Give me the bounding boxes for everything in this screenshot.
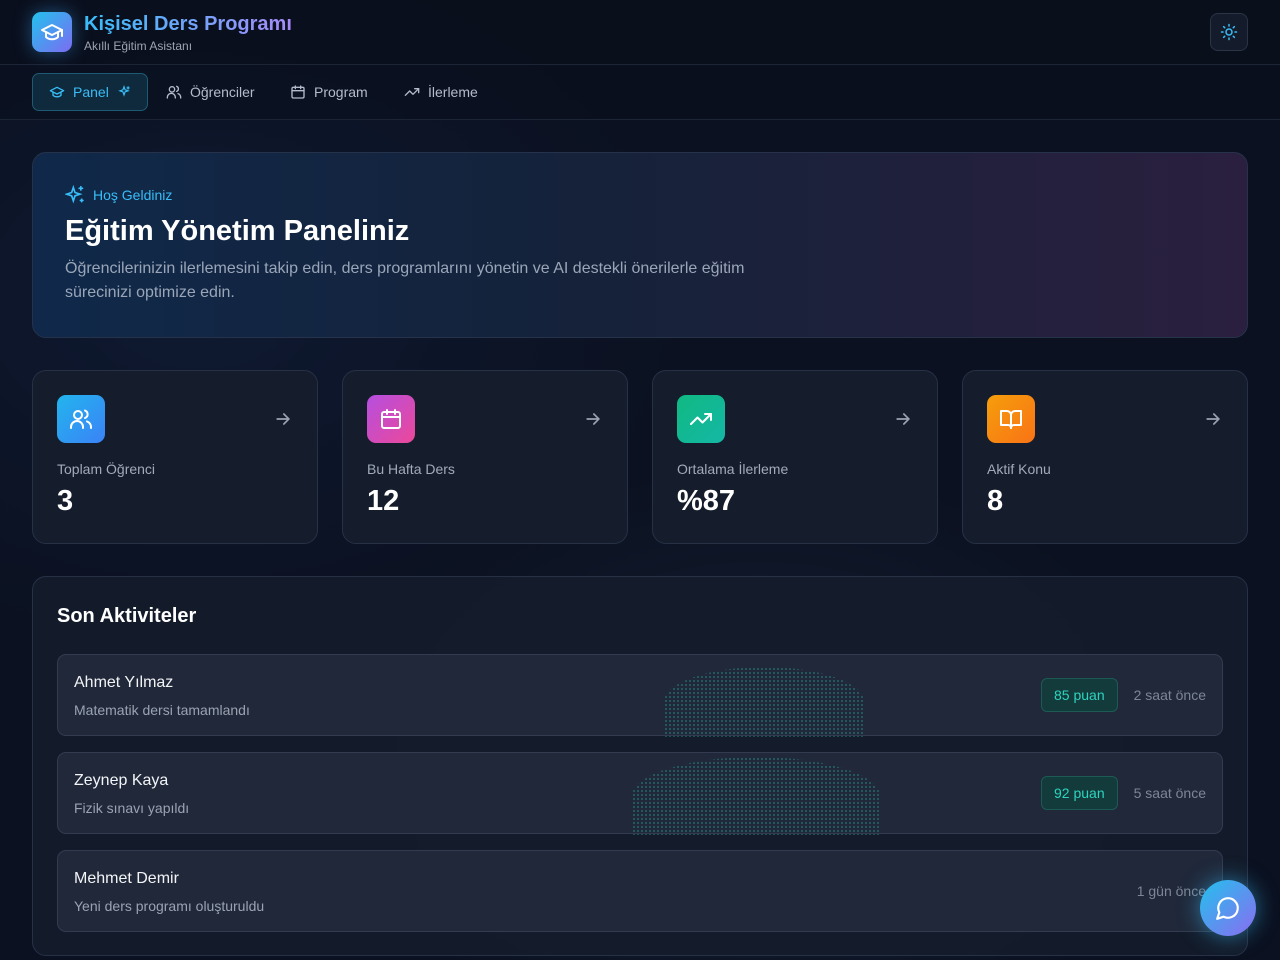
stat-value: 3 [57, 485, 74, 517]
hero-tag: Hoş Geldiniz [65, 185, 172, 205]
app-logo [32, 12, 72, 52]
section-title: Son Aktiviteler [57, 605, 197, 627]
nav-item-label: İlerleme [428, 84, 478, 100]
stat-label: Ortalama İlerleme [677, 461, 789, 477]
stat-icon-box [987, 395, 1035, 443]
stat-icon-box [677, 395, 725, 443]
sun-icon [1220, 23, 1238, 41]
users-icon [70, 409, 92, 429]
welcome-hero: Hoş Geldiniz Eğitim Yönetim Paneliniz Öğ… [32, 152, 1248, 338]
trending-up-icon [690, 413, 712, 425]
calendar-icon [291, 85, 305, 99]
stat-icon-box [57, 395, 105, 443]
activity-student-name: Zeynep Kaya [74, 772, 169, 789]
chat-bubble-icon [1216, 897, 1239, 920]
activity-description: Matematik dersi tamamlandı [74, 702, 250, 718]
activity-item[interactable]: Ahmet Yılmaz Matematik dersi tamamlandı … [57, 654, 1223, 737]
app-header: Kişisel Ders Programı Akıllı Eğitim Asis… [0, 0, 1280, 65]
nav-item-label: Panel [73, 84, 109, 100]
stat-value: %87 [677, 485, 736, 517]
sparkles-icon [65, 185, 84, 204]
stat-label: Toplam Öğrenci [57, 461, 156, 477]
decorative-dots [664, 667, 864, 737]
graduation-cap-icon [49, 86, 65, 98]
recent-activities-panel: Son Aktiviteler Ahmet Yılmaz Matematik d… [32, 576, 1248, 956]
score-badge: 85 puan [1041, 678, 1118, 712]
nav-item-label: Öğrenciler [190, 84, 255, 100]
stat-label: Aktif Konu [987, 461, 1051, 477]
calendar-icon [381, 409, 401, 429]
stat-card-weekly-lessons[interactable]: Bu Hafta Ders 12 [342, 370, 628, 544]
stat-card-total-students[interactable]: Toplam Öğrenci 3 [32, 370, 318, 544]
hero-title: Eğitim Yönetim Paneliniz [65, 215, 410, 247]
stat-icon-box [367, 395, 415, 443]
app-title: Kişisel Ders Programı [84, 13, 292, 35]
score-badge: 92 puan [1041, 776, 1118, 810]
nav-item-ilerleme[interactable]: İlerleme [388, 73, 494, 111]
chat-assistant-button[interactable] [1200, 880, 1256, 936]
theme-toggle-button[interactable] [1210, 13, 1248, 51]
stat-card-active-topics[interactable]: Aktif Konu 8 [962, 370, 1248, 544]
app-subtitle: Akıllı Eğitim Asistanı [84, 39, 193, 53]
stat-value: 12 [367, 485, 400, 517]
nav-item-program[interactable]: Program [274, 73, 384, 111]
graduation-cap-icon [41, 24, 63, 41]
decorative-dots [632, 757, 880, 835]
book-open-icon [1000, 410, 1022, 429]
stat-label: Bu Hafta Ders [367, 461, 455, 477]
nav-item-ogrenciler[interactable]: Öğrenciler [150, 73, 271, 111]
arrow-right-icon[interactable] [583, 409, 603, 429]
stat-value: 8 [987, 485, 1004, 517]
nav-item-label: Program [314, 84, 368, 100]
hero-description: Öğrencilerinizin ilerlemesini takip edin… [65, 260, 745, 301]
activity-student-name: Ahmet Yılmaz [74, 674, 174, 691]
trending-up-icon [404, 88, 420, 96]
sparkles-icon [117, 85, 130, 97]
activity-student-name: Mehmet Demir [74, 870, 179, 887]
nav-item-panel[interactable]: Panel [32, 73, 148, 111]
activity-description: Yeni ders programı oluşturuldu [74, 898, 265, 914]
main-nav: Panel Öğrenciler Program İlerleme [0, 65, 1280, 120]
arrow-right-icon[interactable] [1203, 409, 1223, 429]
activity-item[interactable]: Mehmet Demir Yeni ders programı oluşturu… [57, 850, 1223, 932]
activity-time: 1 gün önce [1136, 883, 1206, 899]
stat-card-average-progress[interactable]: Ortalama İlerleme %87 [652, 370, 938, 544]
activity-description: Fizik sınavı yapıldı [74, 800, 190, 816]
arrow-right-icon[interactable] [893, 409, 913, 429]
hero-tag-label: Hoş Geldiniz [93, 187, 173, 203]
activity-time: 5 saat önce [1133, 785, 1206, 801]
users-icon [166, 85, 182, 99]
activity-item[interactable]: Zeynep Kaya Fizik sınavı yapıldı 92 puan… [57, 752, 1223, 835]
activity-time: 2 saat önce [1133, 687, 1206, 703]
arrow-right-icon[interactable] [273, 409, 293, 429]
